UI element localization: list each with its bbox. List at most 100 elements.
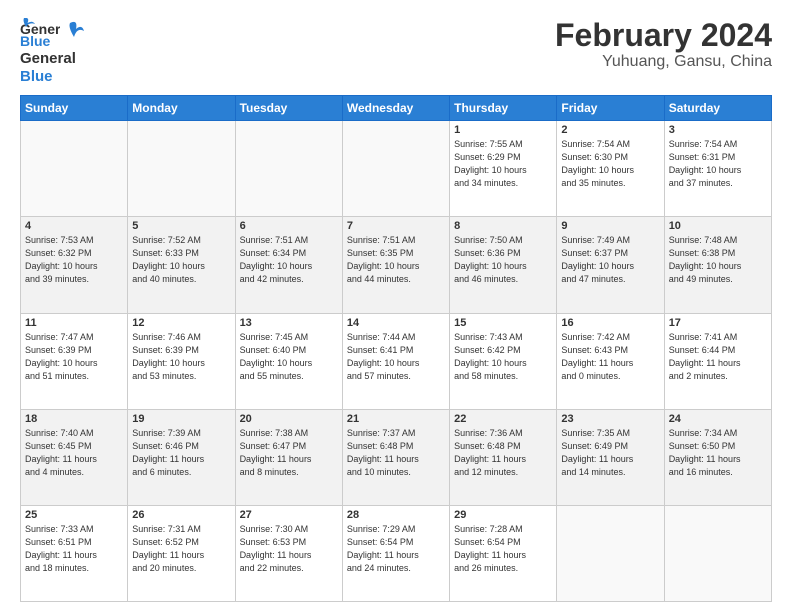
logo: General Blue General Blue <box>20 18 84 85</box>
calendar-week-row: 4 Sunrise: 7:53 AM Sunset: 6:32 PM Daylig… <box>21 217 772 313</box>
day-number: 5 <box>132 220 230 232</box>
calendar-week-row: 18 Sunrise: 7:40 AM Sunset: 6:45 PM Dayli… <box>21 409 772 505</box>
day-number: 12 <box>132 317 230 329</box>
calendar-cell: 21Sunrise: 7:37 AM Sunset: 6:48 PM Dayli… <box>342 409 449 505</box>
calendar-table: SundayMondayTuesdayWednesdayThursdayFrid… <box>20 95 772 602</box>
calendar-cell: 9Sunrise: 7:49 AM Sunset: 6:37 PM Daylig… <box>557 217 664 313</box>
day-number: 14 <box>347 317 445 329</box>
weekday-header-tuesday: Tuesday <box>235 96 342 121</box>
calendar-cell: 2Sunrise: 7:54 AM Sunset: 6:30 PM Daylig… <box>557 121 664 217</box>
calendar-cell: 14 Sunrise: 7:44 AM Sunset: 6:41 PM Dayli… <box>342 313 449 409</box>
svg-text:Blue: Blue <box>20 33 51 48</box>
day-info: Sunrise: 7:40 AM Sunset: 6:45 PM Dayligh… <box>25 427 123 479</box>
day-info: Sunrise: 7:29 AM Sunset: 6:54 PM Dayligh… <box>347 523 445 575</box>
calendar-cell: 18 Sunrise: 7:40 AM Sunset: 6:45 PM Dayli… <box>21 409 128 505</box>
day-info: Sunrise: 7:46 AM Sunset: 6:39 PM Dayligh… <box>132 331 230 383</box>
day-info: Sunrise: 7:28 AM Sunset: 6:54 PM Dayligh… <box>454 523 552 575</box>
calendar-cell: 25Sunrise: 7:33 AM Sunset: 6:51 PM Dayli… <box>21 505 128 601</box>
day-info: Sunrise: 7:48 AM Sunset: 6:38 PM Dayligh… <box>669 234 767 286</box>
day-info: Sunrise: 7:33 AM Sunset: 6:51 PM Dayligh… <box>25 523 123 575</box>
day-number: 16 <box>561 317 659 329</box>
weekday-header-row: SundayMondayTuesdayWednesdayThursdayFrid… <box>21 96 772 121</box>
day-number: 8 <box>454 220 552 232</box>
day-number: 4 <box>25 220 123 232</box>
day-info: Sunrise: 7:53 AM Sunset: 6:32 PM Dayligh… <box>25 234 123 286</box>
calendar-cell: 19 Sunrise: 7:39 AM Sunset: 6:46 PM Dayli… <box>128 409 235 505</box>
weekday-header-wednesday: Wednesday <box>342 96 449 121</box>
calendar-cell: 28 Sunrise: 7:29 AM Sunset: 6:54 PM Dayli… <box>342 505 449 601</box>
calendar-cell: 17 Sunrise: 7:41 AM Sunset: 6:44 PM Dayli… <box>664 313 771 409</box>
day-info: Sunrise: 7:52 AM Sunset: 6:33 PM Dayligh… <box>132 234 230 286</box>
day-info: Sunrise: 7:43 AM Sunset: 6:42 PM Dayligh… <box>454 331 552 383</box>
day-number: 24 <box>669 413 767 425</box>
calendar-cell: 13 Sunrise: 7:45 AM Sunset: 6:40 PM Dayli… <box>235 313 342 409</box>
calendar-cell <box>557 505 664 601</box>
day-info: Sunrise: 7:55 AM Sunset: 6:29 PM Dayligh… <box>454 138 552 190</box>
day-info: Sunrise: 7:36 AM Sunset: 6:48 PM Dayligh… <box>454 427 552 479</box>
day-number: 19 <box>132 413 230 425</box>
day-info: Sunrise: 7:39 AM Sunset: 6:46 PM Dayligh… <box>132 427 230 479</box>
day-info: Sunrise: 7:31 AM Sunset: 6:52 PM Dayligh… <box>132 523 230 575</box>
calendar-cell: 10 Sunrise: 7:48 AM Sunset: 6:38 PM Dayli… <box>664 217 771 313</box>
day-info: Sunrise: 7:30 AM Sunset: 6:53 PM Dayligh… <box>240 523 338 575</box>
weekday-header-sunday: Sunday <box>21 96 128 121</box>
calendar-cell <box>342 121 449 217</box>
calendar-cell: 4 Sunrise: 7:53 AM Sunset: 6:32 PM Daylig… <box>21 217 128 313</box>
calendar-cell: 15Sunrise: 7:43 AM Sunset: 6:42 PM Dayli… <box>450 313 557 409</box>
page: General Blue General Blue February 2024 … <box>0 0 792 612</box>
day-number: 27 <box>240 509 338 521</box>
day-info: Sunrise: 7:38 AM Sunset: 6:47 PM Dayligh… <box>240 427 338 479</box>
day-info: Sunrise: 7:51 AM Sunset: 6:35 PM Dayligh… <box>347 234 445 286</box>
day-number: 29 <box>454 509 552 521</box>
logo-blue-text: Blue <box>20 68 53 85</box>
day-info: Sunrise: 7:51 AM Sunset: 6:34 PM Dayligh… <box>240 234 338 286</box>
day-number: 28 <box>347 509 445 521</box>
day-info: Sunrise: 7:34 AM Sunset: 6:50 PM Dayligh… <box>669 427 767 479</box>
day-number: 1 <box>454 124 552 136</box>
day-number: 26 <box>132 509 230 521</box>
main-title: February 2024 <box>555 18 772 53</box>
calendar-cell: 24 Sunrise: 7:34 AM Sunset: 6:50 PM Dayli… <box>664 409 771 505</box>
day-number: 6 <box>240 220 338 232</box>
calendar-cell: 16 Sunrise: 7:42 AM Sunset: 6:43 PM Dayli… <box>557 313 664 409</box>
day-number: 17 <box>669 317 767 329</box>
header: General Blue General Blue February 2024 … <box>20 18 772 85</box>
calendar-cell: 8 Sunrise: 7:50 AM Sunset: 6:36 PM Daylig… <box>450 217 557 313</box>
calendar-cell: 26 Sunrise: 7:31 AM Sunset: 6:52 PM Dayli… <box>128 505 235 601</box>
calendar-cell: 20Sunrise: 7:38 AM Sunset: 6:47 PM Dayli… <box>235 409 342 505</box>
day-number: 3 <box>669 124 767 136</box>
day-number: 22 <box>454 413 552 425</box>
calendar-week-row: 25Sunrise: 7:33 AM Sunset: 6:51 PM Dayli… <box>21 505 772 601</box>
logo-icon: General Blue <box>20 18 60 48</box>
day-number: 13 <box>240 317 338 329</box>
calendar-cell: 7 Sunrise: 7:51 AM Sunset: 6:35 PM Daylig… <box>342 217 449 313</box>
day-number: 10 <box>669 220 767 232</box>
weekday-header-saturday: Saturday <box>664 96 771 121</box>
day-info: Sunrise: 7:54 AM Sunset: 6:31 PM Dayligh… <box>669 138 767 190</box>
day-info: Sunrise: 7:37 AM Sunset: 6:48 PM Dayligh… <box>347 427 445 479</box>
calendar-cell <box>21 121 128 217</box>
calendar-cell: 27 Sunrise: 7:30 AM Sunset: 6:53 PM Dayli… <box>235 505 342 601</box>
calendar-week-row: 1 Sunrise: 7:55 AM Sunset: 6:29 PM Daylig… <box>21 121 772 217</box>
calendar-cell <box>235 121 342 217</box>
calendar-cell: 3 Sunrise: 7:54 AM Sunset: 6:31 PM Daylig… <box>664 121 771 217</box>
calendar-cell: 1 Sunrise: 7:55 AM Sunset: 6:29 PM Daylig… <box>450 121 557 217</box>
day-info: Sunrise: 7:50 AM Sunset: 6:36 PM Dayligh… <box>454 234 552 286</box>
day-number: 9 <box>561 220 659 232</box>
day-info: Sunrise: 7:41 AM Sunset: 6:44 PM Dayligh… <box>669 331 767 383</box>
calendar-week-row: 11Sunrise: 7:47 AM Sunset: 6:39 PM Dayli… <box>21 313 772 409</box>
logo-bird-icon <box>62 19 84 47</box>
logo-general-text: General <box>20 50 76 67</box>
sub-title: Yuhuang, Gansu, China <box>555 53 772 71</box>
day-number: 18 <box>25 413 123 425</box>
calendar-cell: 23Sunrise: 7:35 AM Sunset: 6:49 PM Dayli… <box>557 409 664 505</box>
calendar-cell: 12 Sunrise: 7:46 AM Sunset: 6:39 PM Dayli… <box>128 313 235 409</box>
calendar-cell: 11Sunrise: 7:47 AM Sunset: 6:39 PM Dayli… <box>21 313 128 409</box>
day-info: Sunrise: 7:42 AM Sunset: 6:43 PM Dayligh… <box>561 331 659 383</box>
day-info: Sunrise: 7:44 AM Sunset: 6:41 PM Dayligh… <box>347 331 445 383</box>
day-info: Sunrise: 7:45 AM Sunset: 6:40 PM Dayligh… <box>240 331 338 383</box>
day-info: Sunrise: 7:35 AM Sunset: 6:49 PM Dayligh… <box>561 427 659 479</box>
calendar-cell: 5 Sunrise: 7:52 AM Sunset: 6:33 PM Daylig… <box>128 217 235 313</box>
day-number: 7 <box>347 220 445 232</box>
title-block: February 2024 Yuhuang, Gansu, China <box>555 18 772 71</box>
